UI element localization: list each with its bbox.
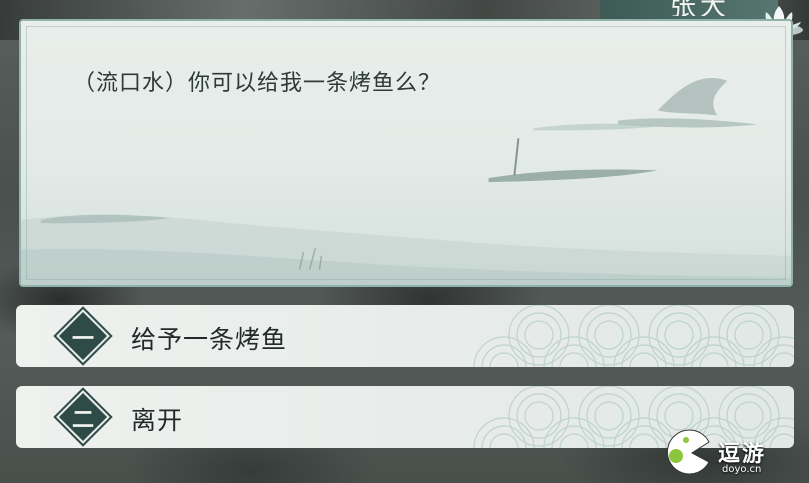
npc-name: 张大 [670,0,731,16]
pacman-logo-icon [666,429,710,475]
wave-pattern [473,305,794,367]
choice-number: 一 [71,327,94,352]
choice-number-badge: 一 [58,311,108,361]
choice-button-give-fish[interactable]: 一 给予一条烤鱼 [16,305,794,367]
site-watermark: 逗游 doyo.cn [662,420,802,480]
choice-label: 离开 [131,406,184,435]
landscape-painting [21,78,791,285]
dialog-panel: （流口水）你可以给我一条烤鱼么？ [19,19,793,287]
watermark-url: doyo.cn [722,464,762,475]
dialog-text: （流口水）你可以给我一条烤鱼么？ [73,71,442,96]
choice-number: 二 [71,408,94,433]
choice-number-badge: 二 [58,392,108,442]
choice-label: 给予一条烤鱼 [131,325,288,354]
